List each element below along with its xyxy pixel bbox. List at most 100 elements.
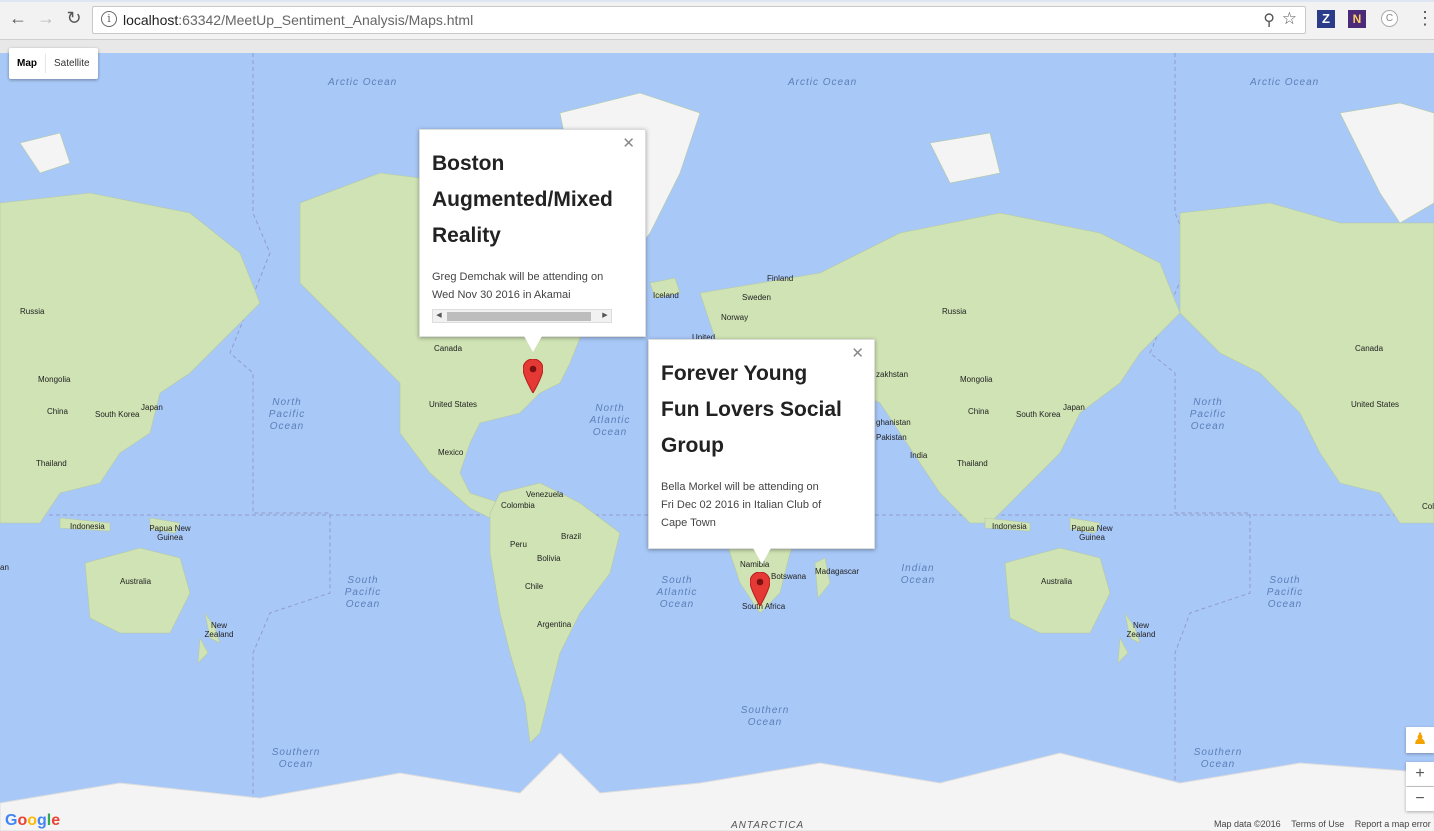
street-view-pegman-icon[interactable]: ♟ — [1406, 727, 1434, 753]
country-label-argentina: Argentina — [537, 620, 572, 629]
ocean-label-southern: Southern Ocean — [1193, 747, 1243, 770]
zoom-icon[interactable]: ⚲ — [1263, 10, 1275, 30]
info-window-scrollbar[interactable]: ◀ ▶ — [432, 309, 612, 323]
country-label-botswana: Botswana — [771, 572, 807, 581]
info-window-content: Boston Augmented/Mixed Reality Greg Demc… — [432, 146, 627, 304]
info-window-body-line: Wed Nov 30 2016 in Akamai — [432, 289, 571, 301]
country-label-canada: Canada — [434, 344, 463, 353]
info-icon[interactable]: i — [101, 11, 117, 27]
info-window-title-line: Reality — [432, 224, 501, 247]
ocean-label-arctic: Arctic Ocean — [328, 77, 398, 88]
scroll-left-icon[interactable]: ◀ — [433, 310, 445, 322]
info-window-tail — [524, 336, 542, 352]
ocean-label-south-atlantic: South Atlantic Ocean — [656, 575, 698, 610]
extension-c-icon[interactable]: C — [1381, 10, 1398, 27]
map-marker-cape-town[interactable] — [750, 572, 770, 606]
info-window-title-line: Forever Young — [661, 362, 808, 385]
zoom-in-button[interactable]: + — [1406, 762, 1434, 786]
terms-of-use-link[interactable]: Terms of Use — [1291, 819, 1344, 829]
info-window-title-line: Boston — [432, 152, 505, 175]
info-window-title-line: Augmented/Mixed — [432, 188, 613, 211]
country-label-finland: Finland — [767, 274, 794, 283]
country-label-thailand: Thailand — [957, 459, 988, 468]
scroll-thumb[interactable] — [447, 312, 591, 321]
map-type-map-button[interactable]: Map — [9, 48, 45, 79]
google-logo: Google — [5, 812, 61, 829]
country-label-indonesia: Indonesia — [992, 522, 1027, 531]
ocean-label-southern: Southern Ocean — [271, 747, 321, 770]
scroll-right-icon[interactable]: ▶ — [599, 310, 611, 322]
bookmark-star-icon[interactable]: ☆ — [1282, 9, 1297, 29]
country-label-bolivia: Bolivia — [537, 554, 561, 563]
map-type-control: Map Satellite — [9, 48, 98, 79]
ocean-label-southern: Southern Ocean — [740, 705, 790, 728]
country-label-mexico: Mexico — [438, 448, 464, 457]
reload-icon[interactable]: ↻ — [62, 8, 86, 29]
country-label-iceland: Iceland — [653, 291, 679, 300]
country-label-south-korea: South Korea — [95, 410, 140, 419]
back-icon[interactable]: ← — [6, 8, 30, 29]
country-label-mongolia: Mongolia — [960, 375, 993, 384]
info-window-body-line: Cape Town — [661, 517, 716, 529]
ocean-label-indian: Indian Ocean — [900, 563, 936, 586]
ocean-label-north-atlantic: North Atlantic Ocean — [589, 403, 631, 438]
country-label-kazakhstan: zakhstan — [876, 370, 909, 379]
ocean-label-arctic: Arctic Ocean — [1250, 77, 1320, 88]
address-bar[interactable]: i localhost:63342/MeetUp_Sentiment_Analy… — [92, 6, 1306, 34]
edge-label-colo: Colo — [1422, 502, 1434, 511]
country-label-pakistan: Pakistan — [876, 433, 907, 442]
continent-label-antarctica: ANTARCTICA — [731, 820, 805, 831]
extension-z-icon[interactable]: Z — [1317, 10, 1335, 28]
country-label-new-zealand: New Zealand — [1126, 621, 1156, 639]
country-label-china: China — [47, 407, 68, 416]
country-label-colombia: Colombia — [501, 501, 535, 510]
map-footer: Map data ©2016 Terms of Use Report a map… — [1210, 818, 1434, 831]
country-label-mongolia: Mongolia — [38, 375, 71, 384]
info-window-title-line: Fun Lovers Social — [661, 398, 842, 421]
country-label-chile: Chile — [525, 582, 544, 591]
info-window-title-line: Group — [661, 434, 724, 457]
country-label-canada: Canada — [1355, 344, 1384, 353]
country-label-united-states: United States — [429, 400, 478, 409]
country-label-india: India — [910, 451, 928, 460]
info-window-boston: ✕ Boston Augmented/Mixed Reality Greg De… — [419, 129, 646, 352]
country-label-norway: Norway — [721, 313, 749, 322]
extension-n-icon[interactable]: N — [1348, 10, 1366, 28]
url-host: localhost — [123, 12, 179, 28]
country-label-peru: Peru — [510, 540, 527, 549]
map-type-satellite-button[interactable]: Satellite — [46, 48, 98, 79]
browser-menu-icon[interactable]: ⋮ — [1416, 8, 1434, 29]
url-text[interactable]: localhost:63342/MeetUp_Sentiment_Analysi… — [123, 12, 473, 28]
forward-icon[interactable]: → — [34, 8, 58, 29]
info-window-body-line: Fri Dec 02 2016 in Italian Club of — [661, 499, 822, 511]
browser-toolbar: ← → ↻ i localhost:63342/MeetUp_Sentiment… — [0, 0, 1434, 40]
edge-label-an: an — [0, 563, 9, 572]
country-label-papua: Papua New Guinea — [149, 524, 191, 542]
country-label-afghanistan: ghanistan — [876, 418, 911, 427]
page-top-margin — [0, 40, 1434, 53]
map-marker-boston[interactable] — [523, 359, 543, 393]
country-label-russia: Russia — [942, 307, 967, 316]
country-label-australia: Australia — [1041, 577, 1073, 586]
report-map-error-link[interactable]: Report a map error — [1355, 819, 1431, 829]
tab-strip — [0, 0, 1434, 2]
ocean-label-south-pacific: South Pacific Ocean — [1266, 575, 1304, 610]
map-data-attribution: Map data ©2016 — [1214, 819, 1281, 829]
country-label-brazil: Brazil — [561, 532, 582, 541]
ocean-label-north-pacific: North Pacific Ocean — [1189, 397, 1227, 432]
country-label-china: China — [968, 407, 989, 416]
country-label-south-korea: South Korea — [1016, 410, 1061, 419]
info-window-content: Forever Young Fun Lovers Social Group Be… — [661, 356, 861, 532]
country-label-madagascar: Madagascar — [815, 567, 860, 576]
country-label-sweden: Sweden — [742, 293, 771, 302]
ocean-label-south-pacific: South Pacific Ocean — [344, 575, 382, 610]
url-path: :63342/MeetUp_Sentiment_Analysis/Maps.ht… — [178, 12, 474, 28]
country-label-papua: Papua New Guinea — [1071, 524, 1113, 542]
ocean-label-arctic: Arctic Ocean — [788, 77, 858, 88]
country-label-united-states: United States — [1351, 400, 1400, 409]
country-label-indonesia: Indonesia — [70, 522, 105, 531]
country-label-venezuela: Venezuela — [526, 490, 564, 499]
country-label-japan: Japan — [1063, 403, 1085, 412]
country-label-australia: Australia — [120, 577, 152, 586]
zoom-out-button[interactable]: − — [1406, 787, 1434, 811]
